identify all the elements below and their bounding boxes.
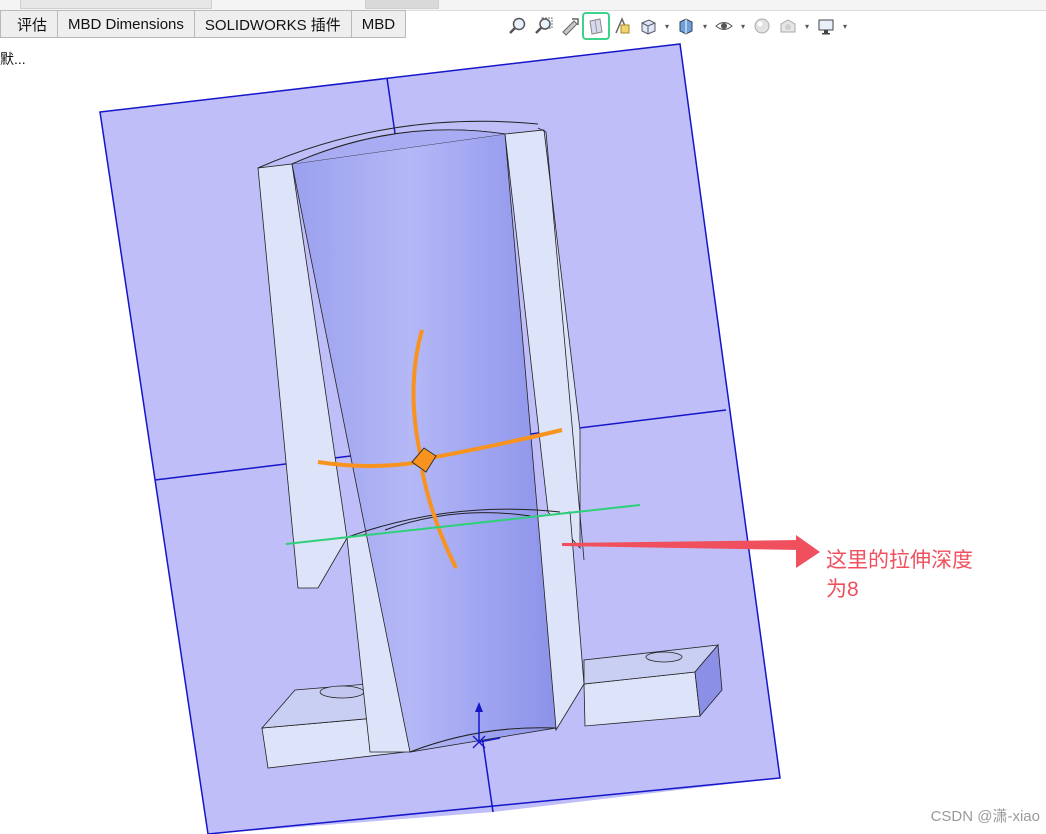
annotation-line: 为8	[826, 578, 859, 601]
graphics-area[interactable]	[0, 0, 1046, 834]
annotation-line: 这里的拉伸深度	[826, 549, 973, 572]
watermark: CSDN @潇-xiao	[930, 808, 1040, 825]
annotation-text: 这里的拉伸深度 为8	[826, 546, 1026, 604]
